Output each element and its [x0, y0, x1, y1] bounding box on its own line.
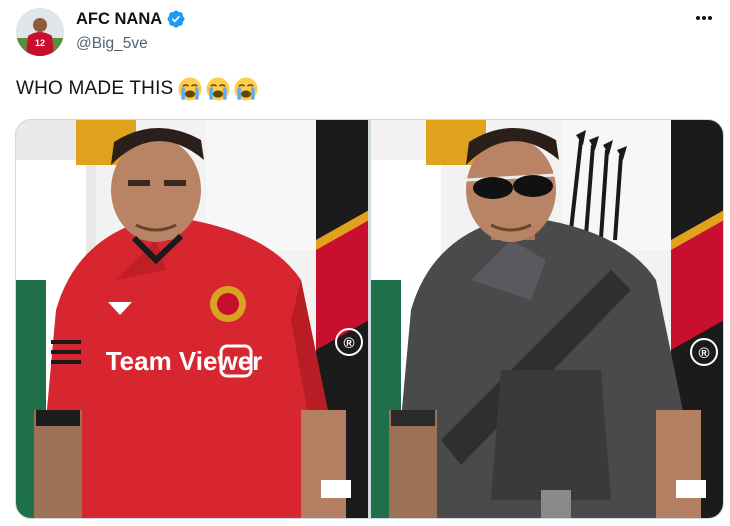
tweet-text-content: WHO MADE THIS: [16, 78, 174, 99]
avatar[interactable]: 12: [16, 8, 64, 56]
more-options-icon: [696, 16, 712, 20]
loudly-crying-face-icon: [234, 77, 258, 101]
verified-badge-icon: [166, 9, 186, 29]
display-name-text[interactable]: AFC NANA: [76, 9, 162, 29]
sponsor-text: Team Viewer: [106, 346, 263, 376]
display-name[interactable]: AFC NANA: [76, 9, 186, 29]
photo-edited[interactable]: ®: [371, 120, 723, 518]
svg-text:12: 12: [35, 38, 45, 48]
registered-mark: ®: [343, 335, 354, 352]
tweet: 12 AFC NANA @Big_5ve WHO MADE THIS ® Tea…: [0, 0, 730, 526]
tweet-text: WHO MADE THIS: [16, 76, 259, 102]
user-handle[interactable]: @Big_5ve: [76, 34, 148, 54]
loudly-crying-face-icon: [178, 77, 202, 101]
more-options-button[interactable]: [688, 6, 720, 30]
registered-mark: ®: [698, 345, 709, 362]
photo-original[interactable]: ® Team Viewer: [16, 120, 368, 518]
loudly-crying-face-icon: [206, 77, 230, 101]
emoji-row: [177, 76, 259, 102]
media-grid: ® Team Viewer ®: [15, 119, 724, 519]
